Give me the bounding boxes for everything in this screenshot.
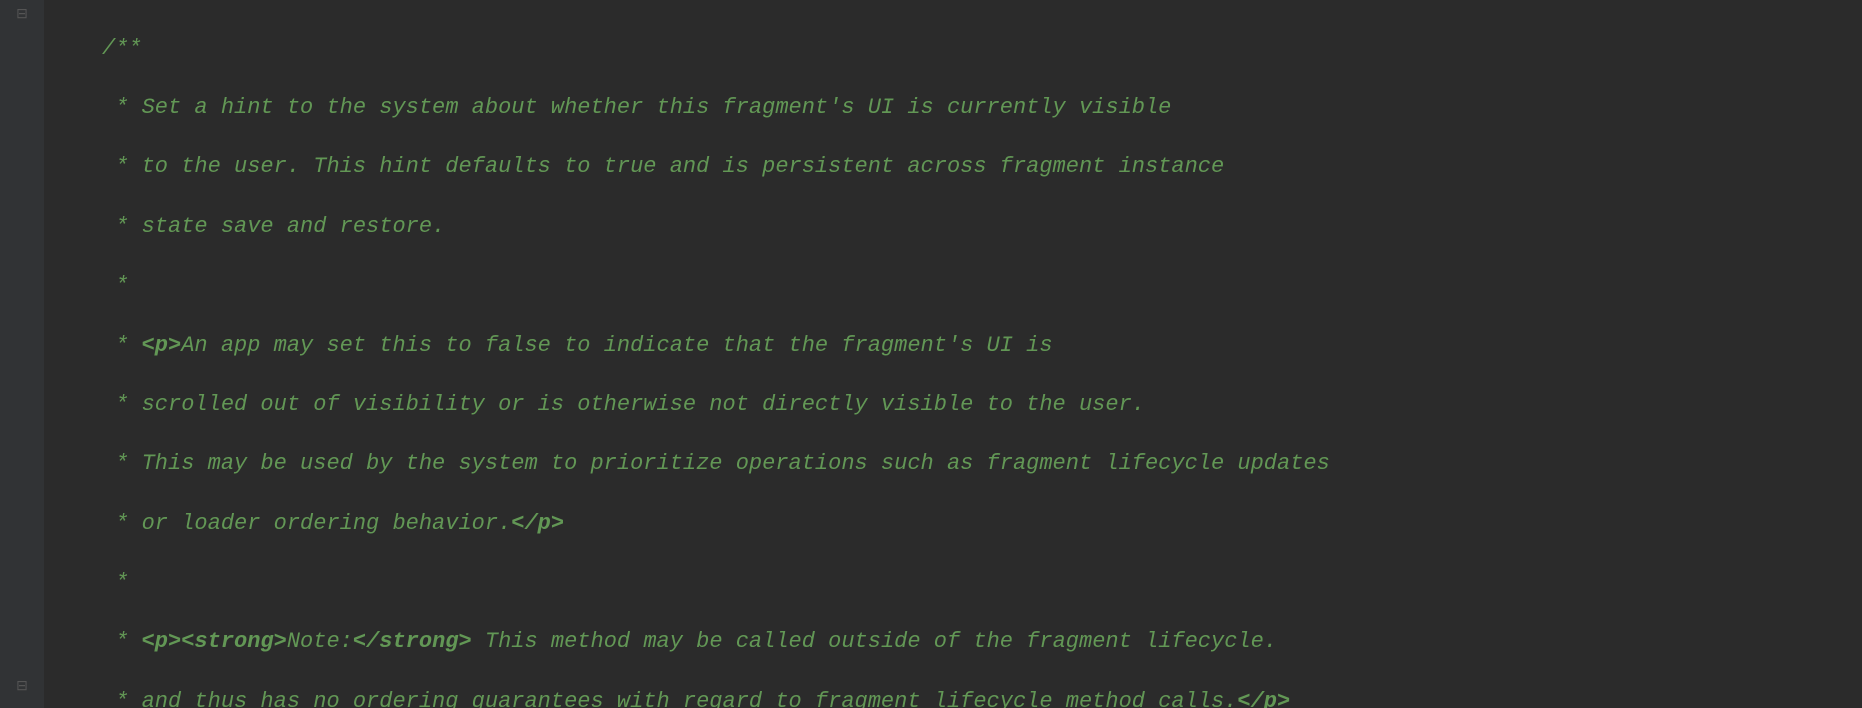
code-line[interactable]: * scrolled out of visibility or is other… — [102, 390, 1369, 420]
javadoc-text: and thus has no ordering guarantees with… — [142, 689, 1238, 708]
javadoc-open: /** — [102, 36, 142, 61]
javadoc-text: * — [102, 95, 142, 120]
javadoc-text: * — [102, 689, 142, 708]
code-line[interactable]: * — [102, 568, 1369, 598]
code-line[interactable]: * to the user. This hint defaults to tru… — [102, 152, 1369, 182]
javadoc-text: An app may set this to false to indicate… — [181, 333, 1052, 358]
code-line[interactable]: * Set a hint to the system about whether… — [102, 93, 1369, 123]
javadoc-text: * — [102, 511, 142, 536]
javadoc-text: * — [102, 333, 142, 358]
javadoc-text: * — [102, 392, 142, 417]
html-tag: <p><strong> — [142, 629, 287, 654]
javadoc-text: Set a hint to the system about whether t… — [142, 95, 1172, 120]
html-tag: <p> — [142, 333, 182, 358]
html-tag: </p> — [511, 511, 564, 536]
code-editor[interactable]: ⊟ ⊟ /** * Set a hint to the system about… — [0, 0, 1862, 708]
html-tag: </strong> — [353, 629, 472, 654]
javadoc-text: to the user. This hint defaults to true … — [142, 154, 1225, 179]
javadoc-text: or loader ordering behavior. — [142, 511, 512, 536]
code-area[interactable]: /** * Set a hint to the system about whe… — [44, 0, 1369, 708]
javadoc-text: * — [102, 273, 128, 298]
javadoc-text: Note: — [287, 629, 353, 654]
javadoc-text: scrolled out of visibility or is otherwi… — [142, 392, 1145, 417]
gutter: ⊟ ⊟ — [0, 0, 44, 708]
code-line[interactable]: * — [102, 271, 1369, 301]
fold-marker-top-icon[interactable]: ⊟ — [14, 7, 30, 23]
code-line[interactable]: * This may be used by the system to prio… — [102, 449, 1369, 479]
javadoc-text: * — [102, 154, 142, 179]
code-line[interactable]: * <p>An app may set this to false to ind… — [102, 331, 1369, 361]
fold-marker-bottom-icon[interactable]: ⊟ — [14, 679, 30, 695]
javadoc-text: state save and restore. — [142, 214, 446, 239]
code-line[interactable]: * state save and restore. — [102, 212, 1369, 242]
javadoc-text: * — [102, 451, 142, 476]
code-line[interactable]: * <p><strong>Note:</strong> This method … — [102, 627, 1369, 657]
code-line[interactable]: /** — [102, 34, 1369, 64]
javadoc-text: * — [102, 629, 142, 654]
javadoc-text: This may be used by the system to priori… — [142, 451, 1330, 476]
javadoc-text: * — [102, 570, 128, 595]
javadoc-text: * — [102, 214, 142, 239]
javadoc-text: This method may be called outside of the… — [472, 629, 1277, 654]
code-line[interactable]: * or loader ordering behavior.</p> — [102, 509, 1369, 539]
html-tag: </p> — [1237, 689, 1290, 708]
code-line[interactable]: * and thus has no ordering guarantees wi… — [102, 687, 1369, 708]
